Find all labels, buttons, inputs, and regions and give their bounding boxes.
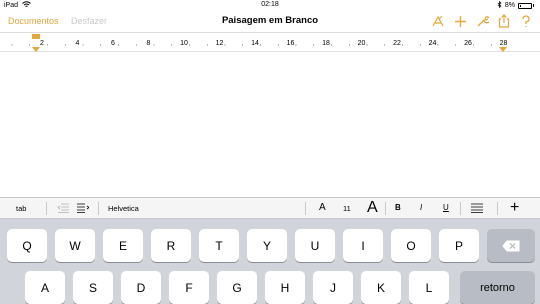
key-y[interactable]: Y xyxy=(247,229,287,262)
left-margin-marker[interactable] xyxy=(32,47,40,52)
bluetooth-icon xyxy=(497,0,502,10)
first-line-indent-marker[interactable] xyxy=(32,34,40,39)
battery-tip xyxy=(533,4,534,7)
ruler-label: 12 xyxy=(216,40,224,47)
ruler-label: 6 xyxy=(111,40,115,47)
indent-icon[interactable] xyxy=(76,203,90,215)
key-k[interactable]: K xyxy=(361,271,401,304)
format-toolbar: tab Helvetica A 11 A B I U + xyxy=(0,197,540,219)
share-icon[interactable] xyxy=(496,14,512,28)
key-p[interactable]: P xyxy=(439,229,479,262)
ruler-label: 8 xyxy=(147,40,151,47)
ruler-label: 16 xyxy=(287,40,295,47)
toolbar-divider xyxy=(385,202,386,215)
ruler-label: 24 xyxy=(429,40,437,47)
ruler-label: 20 xyxy=(358,40,366,47)
outdent-icon[interactable] xyxy=(57,203,69,215)
ruler-label: 14 xyxy=(251,40,259,47)
battery-icon xyxy=(518,2,532,9)
key-l[interactable]: L xyxy=(409,271,449,304)
ruler-label: 28 xyxy=(500,40,508,47)
key-o[interactable]: O xyxy=(391,229,431,262)
battery-percent: 8% xyxy=(504,2,515,9)
key-j[interactable]: J xyxy=(313,271,353,304)
ruler-label: 18 xyxy=(322,40,330,47)
decrease-font-size-button[interactable]: A xyxy=(319,202,326,213)
backspace-icon xyxy=(502,240,520,251)
clock: 02:18 xyxy=(261,1,279,8)
ruler-label: 22 xyxy=(393,40,401,47)
bold-button[interactable]: B xyxy=(395,203,401,212)
key-d[interactable]: D xyxy=(121,271,161,304)
key-w[interactable]: W xyxy=(55,229,95,262)
font-name-button[interactable]: Helvetica xyxy=(108,204,139,213)
key-g[interactable]: G xyxy=(217,271,257,304)
italic-button[interactable]: I xyxy=(420,203,422,212)
plus-icon[interactable] xyxy=(452,14,468,28)
key-u[interactable]: U xyxy=(295,229,335,262)
toolbar-divider xyxy=(460,202,461,215)
document-canvas[interactable] xyxy=(0,53,540,197)
key-r[interactable]: R xyxy=(151,229,191,262)
toolbar-divider xyxy=(497,202,498,215)
delete-key[interactable] xyxy=(487,229,535,262)
tab-button[interactable]: tab xyxy=(16,204,26,213)
help-icon[interactable] xyxy=(518,14,534,28)
insert-button[interactable]: + xyxy=(510,199,519,217)
key-i[interactable]: I xyxy=(343,229,383,262)
return-key[interactable]: retorno xyxy=(460,271,535,304)
toolbar-divider xyxy=(305,202,306,215)
ruler-scale: 2 4 6 8 10 12 14 16 18 20 22 24 26 28 xyxy=(11,34,508,52)
key-q[interactable]: Q xyxy=(7,229,47,262)
right-margin-marker[interactable] xyxy=(499,47,507,52)
align-justify-icon[interactable] xyxy=(471,203,483,215)
underline-button[interactable]: U xyxy=(443,203,449,212)
ruler-label: 26 xyxy=(464,40,472,47)
key-f[interactable]: F xyxy=(169,271,209,304)
font-size-value: 11 xyxy=(343,204,351,213)
toolbar-divider xyxy=(46,202,47,215)
key-a[interactable]: A xyxy=(25,271,65,304)
ruler-label: 4 xyxy=(76,40,80,47)
key-s[interactable]: S xyxy=(73,271,113,304)
brush-icon[interactable] xyxy=(430,14,446,28)
key-h[interactable]: H xyxy=(265,271,305,304)
ruler-label: 10 xyxy=(180,40,188,47)
increase-font-size-button[interactable]: A xyxy=(367,199,378,217)
ruler-label: 2 xyxy=(40,40,44,47)
ruler[interactable]: 2 4 6 8 10 12 14 16 18 20 22 24 26 28 xyxy=(0,32,540,52)
status-bar: iPad 02:18 8% xyxy=(0,0,540,10)
keyboard: QWERTYUIOP ASDFGHJKL retorno xyxy=(0,219,540,304)
toolbar-divider xyxy=(98,202,99,215)
nav-bar: Documentos Desfazer Paisagem em Branco xyxy=(0,10,540,32)
key-e[interactable]: E xyxy=(103,229,143,262)
wrench-icon[interactable] xyxy=(474,14,490,28)
key-t[interactable]: T xyxy=(199,229,239,262)
